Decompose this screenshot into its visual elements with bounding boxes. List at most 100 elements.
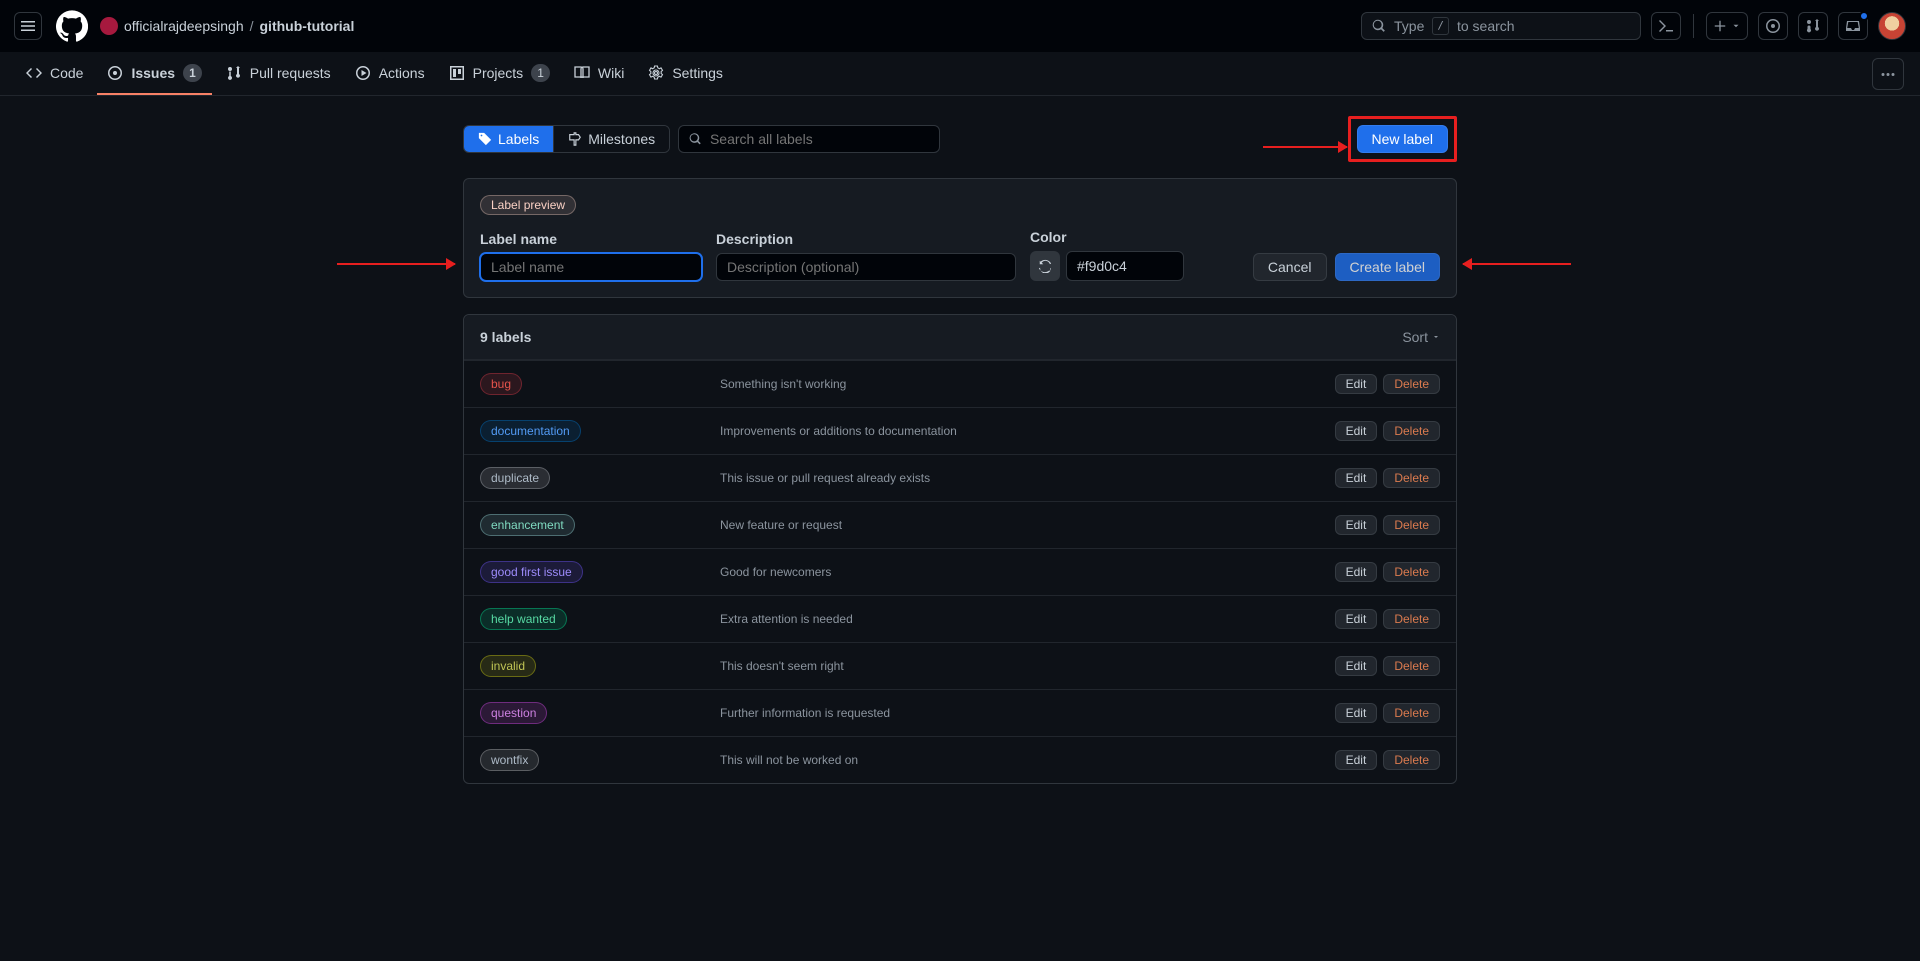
nav-wiki[interactable]: Wiki [564,53,634,94]
edit-label-button[interactable]: Edit [1335,374,1378,394]
delete-label-button[interactable]: Delete [1383,703,1440,723]
notifications-button[interactable] [1838,12,1868,40]
label-chip[interactable]: help wanted [480,608,567,630]
edit-label-button[interactable]: Edit [1335,703,1378,723]
global-search[interactable]: Type / to search [1361,12,1641,40]
label-chip[interactable]: wontfix [480,749,539,771]
label-row: wontfixThis will not be worked onEditDel… [464,736,1456,783]
breadcrumb-repo[interactable]: github-tutorial [260,18,355,34]
search-labels-field[interactable] [678,125,940,153]
new-label-form: Label preview Label name Description Col… [463,178,1457,298]
user-avatar[interactable] [1878,12,1906,40]
owner-avatar [100,17,118,35]
label-desc-input[interactable] [716,253,1016,281]
command-icon [1658,18,1674,34]
label-preview-chip: Label preview [480,195,576,215]
nav-pr-label: Pull requests [250,65,331,81]
nav-pull-requests[interactable]: Pull requests [216,53,341,94]
annotation-arrow-create-button [1463,263,1571,265]
delete-label-button[interactable]: Delete [1383,656,1440,676]
label-description: This issue or pull request already exist… [720,471,1335,485]
labels-count: 9 labels [480,329,531,345]
breadcrumb: officialrajdeepsingh / github-tutorial [100,17,354,35]
label-row: good first issue Good for newcomersEditDe… [464,548,1456,595]
nav-issues-count: 1 [183,64,202,82]
delete-label-button[interactable]: Delete [1383,750,1440,770]
kebab-icon [1880,66,1896,82]
label-row: invalid This doesn't seem rightEditDelete [464,642,1456,689]
delete-label-button[interactable]: Delete [1383,609,1440,629]
notification-dot [1859,11,1869,21]
cancel-button[interactable]: Cancel [1253,253,1327,281]
search-slash-key: / [1432,17,1449,35]
delete-label-button[interactable]: Delete [1383,374,1440,394]
color-refresh-button[interactable] [1030,251,1060,281]
nav-projects-label: Projects [473,65,524,81]
command-palette-button[interactable] [1651,12,1681,40]
sort-dropdown[interactable]: Sort [1402,329,1440,345]
github-logo-icon[interactable] [56,10,88,42]
label-chip[interactable]: question [480,702,547,724]
nav-projects[interactable]: Projects 1 [439,52,560,95]
labels-subnav: Labels Milestones New label [463,116,1457,162]
plus-icon [1713,19,1727,33]
create-label-button[interactable]: Create label [1335,253,1441,281]
label-chip[interactable]: invalid [480,655,536,677]
pull-requests-header-button[interactable] [1798,12,1828,40]
edit-label-button[interactable]: Edit [1335,750,1378,770]
main-content: Labels Milestones New label Label previe… [463,116,1457,784]
edit-label-button[interactable]: Edit [1335,515,1378,535]
label-description: This doesn't seem right [720,659,1335,673]
nav-actions[interactable]: Actions [345,53,435,94]
delete-label-button[interactable]: Delete [1383,562,1440,582]
labels-list-header: 9 labels Sort [464,315,1456,360]
nav-overflow-button[interactable] [1872,58,1904,90]
git-pull-request-icon [226,65,242,81]
caret-down-icon [1432,330,1440,344]
edit-label-button[interactable]: Edit [1335,562,1378,582]
edit-label-button[interactable]: Edit [1335,609,1378,629]
label-color-input[interactable] [1066,251,1184,281]
label-row: duplicate This issue or pull request alre… [464,454,1456,501]
tab-labels[interactable]: Labels [464,126,553,152]
delete-label-button[interactable]: Delete [1383,515,1440,535]
label-name-heading: Label name [480,231,702,247]
nav-settings[interactable]: Settings [638,53,733,94]
sync-icon [1038,259,1052,273]
new-label-button[interactable]: New label [1357,125,1448,153]
label-chip[interactable]: duplicate [480,467,550,489]
nav-issues[interactable]: Issues 1 [97,52,211,95]
search-prompt-post: to search [1457,18,1515,34]
delete-label-button[interactable]: Delete [1383,468,1440,488]
breadcrumb-owner[interactable]: officialrajdeepsingh [124,18,244,34]
label-desc-heading: Description [716,231,1016,247]
tab-milestones-label: Milestones [588,131,655,147]
label-row: questionFurther information is requested… [464,689,1456,736]
edit-label-button[interactable]: Edit [1335,468,1378,488]
delete-label-button[interactable]: Delete [1383,421,1440,441]
breadcrumb-sep: / [250,18,254,34]
hamburger-menu-button[interactable] [14,12,42,40]
label-chip[interactable]: bug [480,373,522,395]
header-divider [1693,14,1694,38]
nav-wiki-label: Wiki [598,65,624,81]
label-chip[interactable]: enhancement [480,514,575,536]
tab-labels-label: Labels [498,131,539,147]
gear-icon [648,65,664,81]
label-chip[interactable]: good first issue [480,561,583,583]
create-new-button[interactable] [1706,12,1748,40]
nav-code[interactable]: Code [16,53,93,94]
label-name-input[interactable] [480,253,702,281]
nav-projects-count: 1 [531,64,550,82]
label-chip[interactable]: documentation [480,420,581,442]
edit-label-button[interactable]: Edit [1335,656,1378,676]
tab-milestones[interactable]: Milestones [553,126,669,152]
search-icon [1372,19,1386,33]
search-labels-input[interactable] [710,131,929,147]
label-row: help wantedExtra attention is neededEdit… [464,595,1456,642]
labels-milestones-toggle: Labels Milestones [463,125,670,153]
edit-label-button[interactable]: Edit [1335,421,1378,441]
hamburger-icon [20,18,36,34]
issues-header-button[interactable] [1758,12,1788,40]
label-description: Good for newcomers [720,565,1335,579]
